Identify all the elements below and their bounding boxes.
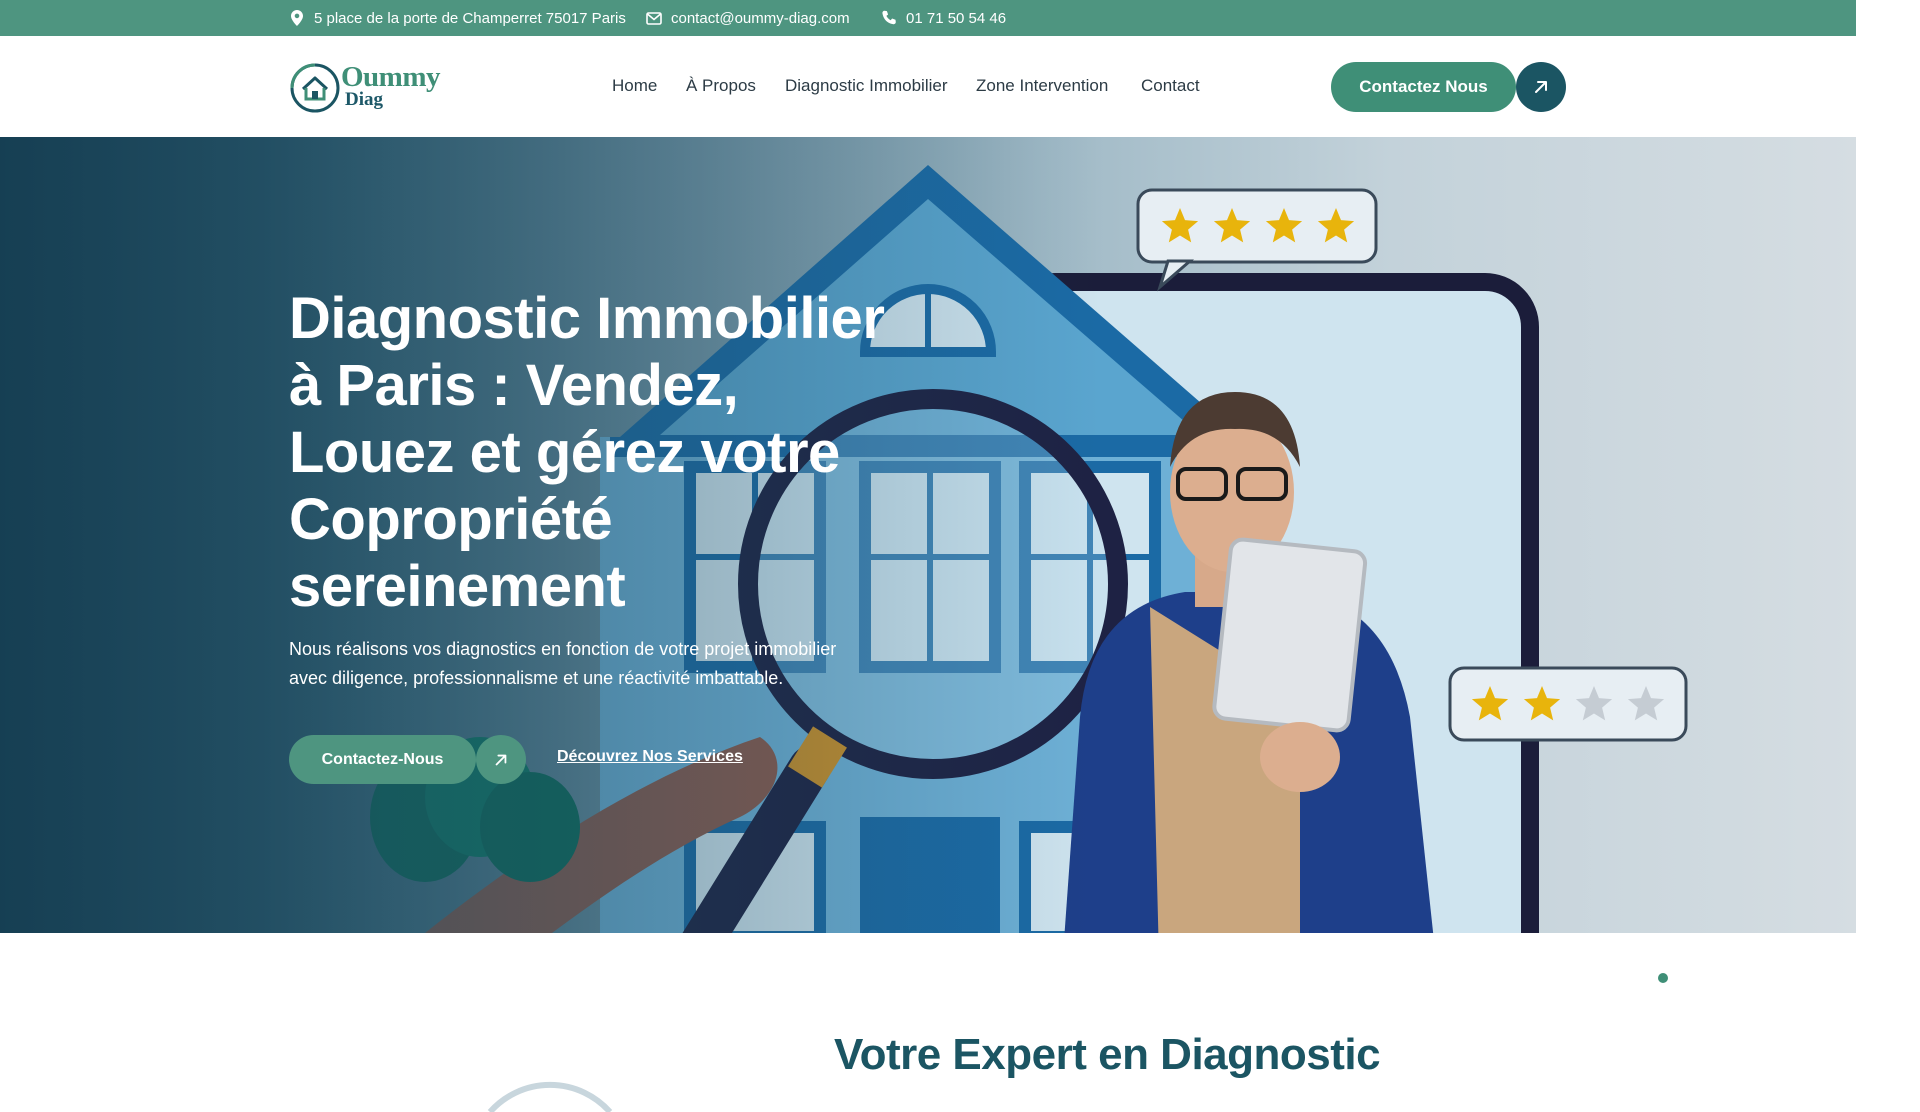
section-title: Votre Expert en Diagnostic	[834, 1030, 1381, 1079]
email-item[interactable]: contact@oummy-diag.com	[646, 0, 850, 36]
hero-title-line: Diagnostic Immobilier	[289, 286, 885, 351]
hero-title-line: Louez et gérez votre	[289, 420, 840, 485]
logo-subword: Diag	[345, 89, 383, 110]
logo-wordmark: Oummy	[341, 61, 441, 93]
phone-text[interactable]: 01 71 50 54 46	[906, 10, 1006, 27]
hero-title-line: sereinement	[289, 554, 626, 619]
header-contact-arrow-button[interactable]	[1516, 62, 1566, 112]
hero-title-line: Copropriété	[289, 487, 613, 552]
hero-subtitle-line: Nous réalisons vos diagnostics en foncti…	[289, 639, 837, 659]
arrow-up-right-icon	[495, 754, 507, 765]
nav-item-diagnostic-immobilier[interactable]: Diagnostic Immobilier	[785, 76, 948, 96]
map-pin-icon	[289, 10, 305, 26]
hero-title-line: à Paris : Vendez,	[289, 353, 739, 418]
hero-contact-arrow-button[interactable]	[476, 735, 526, 784]
header-contact-button[interactable]: Contactez Nous	[1331, 62, 1516, 112]
phone-item[interactable]: 01 71 50 54 46	[881, 0, 1006, 36]
nav-item-a-propos[interactable]: À Propos	[686, 76, 756, 96]
decorative-arc	[487, 1081, 613, 1112]
site-logo[interactable]: Oummy Diag	[289, 62, 459, 116]
site-header: Oummy Diag Home À Propos Diagnostic Immo…	[0, 36, 1856, 137]
address-text: 5 place de la porte de Champerret 75017 …	[314, 9, 626, 27]
hero-subtitle-line: avec diligence, professionnalisme et une…	[289, 668, 784, 688]
address-item: 5 place de la porte de Champerret 75017 …	[289, 0, 626, 36]
carousel-dot[interactable]	[1658, 973, 1668, 983]
top-contact-bar: 5 place de la porte de Champerret 75017 …	[0, 0, 1856, 36]
rating-bubble-top	[1136, 188, 1378, 292]
email-text[interactable]: contact@oummy-diag.com	[671, 10, 850, 27]
rating-bubble-bottom	[1448, 666, 1688, 742]
arrow-up-right-icon	[1535, 81, 1547, 93]
envelope-icon	[646, 10, 662, 26]
nav-item-contact[interactable]: Contact	[1141, 76, 1200, 96]
phone-icon	[881, 10, 897, 26]
house-logo-icon	[290, 63, 340, 113]
nav-item-zone-intervention[interactable]: Zone Intervention	[976, 76, 1108, 96]
hero-title: Diagnostic Immobilier à Paris : Vendez, …	[289, 285, 929, 620]
hero-contact-button[interactable]: Contactez-Nous	[289, 735, 476, 784]
hero-section: Diagnostic Immobilier à Paris : Vendez, …	[0, 137, 1856, 933]
nav-item-home[interactable]: Home	[612, 76, 657, 96]
hero-subtitle: Nous réalisons vos diagnostics en foncti…	[289, 635, 889, 693]
discover-services-link[interactable]: Découvrez Nos Services	[557, 748, 743, 766]
